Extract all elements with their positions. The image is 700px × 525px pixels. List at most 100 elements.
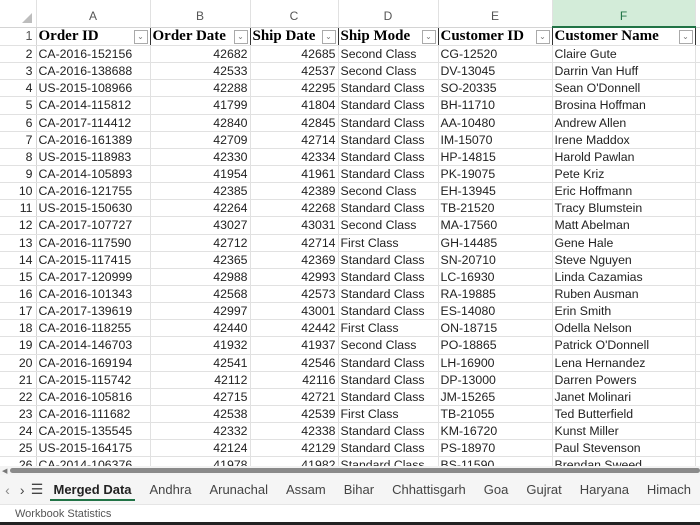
cell[interactable]: Pete Kriz [552,165,696,184]
row-header[interactable]: 16 [0,285,37,304]
cell[interactable]: 42538 [150,405,251,424]
cell[interactable]: 42712 [150,234,251,252]
cell[interactable]: Second Class [338,182,439,201]
cell[interactable]: 42129 [250,439,339,458]
cell[interactable] [695,456,700,466]
cell[interactable]: JM-15265 [438,388,553,406]
cell[interactable]: CA-2016-111682 [36,405,151,424]
cell[interactable]: 42573 [250,285,339,304]
cell[interactable]: CA-2017-120999 [36,268,151,286]
cell[interactable]: 41954 [150,165,251,184]
header-cell[interactable]: Order ID ⌄ [36,27,151,46]
cell[interactable]: 42295 [250,79,339,98]
cell[interactable]: Standard Class [338,439,439,458]
cell[interactable]: MA-17560 [438,216,553,235]
cell[interactable]: 42338 [250,422,339,441]
filter-dropdown-icon[interactable]: ⌄ [233,29,248,44]
filter-dropdown-icon[interactable]: ⌄ [535,29,550,44]
column-header-g[interactable] [695,0,700,28]
cell[interactable]: Standard Class [338,456,439,466]
cell[interactable]: Standard Class [338,422,439,441]
cell[interactable]: CA-2014-146703 [36,336,151,355]
cell[interactable] [695,62,700,81]
row-header[interactable]: 23 [0,405,37,424]
cell[interactable]: Standard Class [338,302,439,321]
cell[interactable]: Patrick O'Donnell [552,336,696,355]
cell[interactable]: 41937 [250,336,339,355]
row-header[interactable]: 2 [0,45,37,64]
cell[interactable] [695,79,700,98]
row-header[interactable]: 21 [0,371,37,389]
cell[interactable]: GH-14485 [438,234,553,252]
header-cell[interactable]: Ship Date ⌄ [250,27,339,46]
cell[interactable]: 42442 [250,319,339,338]
cell[interactable]: CA-2015-115742 [36,371,151,389]
cell[interactable]: Standard Class [338,165,439,184]
cell[interactable]: 42112 [150,371,251,389]
cell[interactable]: CA-2016-101343 [36,285,151,304]
row-header[interactable]: 5 [0,96,37,115]
sheet-tab[interactable]: Andhra [141,475,201,504]
cell[interactable]: 42288 [150,79,251,98]
cell[interactable]: US-2015-164175 [36,439,151,458]
cell[interactable]: 43001 [250,302,339,321]
cell[interactable]: 42385 [150,182,251,201]
cell[interactable]: CA-2016-118255 [36,319,151,338]
cell[interactable]: US-2015-108966 [36,79,151,98]
cell[interactable]: CA-2016-169194 [36,354,151,372]
cell[interactable]: 41961 [250,165,339,184]
cell[interactable]: Andrew Allen [552,114,696,132]
cell[interactable] [695,371,700,389]
sheet-tab[interactable]: Gujrat [517,475,570,504]
cell[interactable]: 43027 [150,216,251,235]
cell[interactable]: Brendan Sweed [552,456,696,466]
cell[interactable]: CA-2016-121755 [36,182,151,201]
sheet-tab[interactable]: Assam [277,475,335,504]
cell[interactable]: Standard Class [338,148,439,166]
cell[interactable] [695,199,700,218]
cell[interactable] [695,27,700,46]
row-header[interactable]: 10 [0,182,37,201]
cell[interactable]: Gene Hale [552,234,696,252]
cell[interactable]: Linda Cazamias [552,268,696,286]
cell[interactable]: Odella Nelson [552,319,696,338]
cell[interactable]: Standard Class [338,96,439,115]
cell[interactable]: Steve Nguyen [552,251,696,269]
cell[interactable]: CA-2016-161389 [36,131,151,149]
cell[interactable]: 41982 [250,456,339,466]
column-header-c[interactable]: C [250,0,339,28]
cell[interactable] [695,336,700,355]
cell[interactable] [695,96,700,115]
cell[interactable]: BS-11590 [438,456,553,466]
cell[interactable]: Second Class [338,45,439,64]
cell[interactable]: RA-19885 [438,285,553,304]
row-header[interactable]: 8 [0,148,37,166]
all-sheets-menu-icon[interactable]: ☰ [30,481,45,498]
cell[interactable]: ON-18715 [438,319,553,338]
row-header[interactable]: 7 [0,131,37,149]
cell[interactable]: 42365 [150,251,251,269]
header-cell[interactable]: Customer ID ⌄ [438,27,553,46]
row-header[interactable]: 17 [0,302,37,321]
cell[interactable]: Janet Molinari [552,388,696,406]
row-header[interactable]: 25 [0,439,37,458]
cell[interactable]: Standard Class [338,79,439,98]
cell[interactable] [695,131,700,149]
column-header-e[interactable]: E [438,0,553,28]
cell[interactable]: Second Class [338,336,439,355]
sheet-tab[interactable]: Bihar [335,475,383,504]
cell[interactable]: Standard Class [338,131,439,149]
cell[interactable]: Tracy Blumstein [552,199,696,218]
cell[interactable]: First Class [338,319,439,338]
cell[interactable]: 42721 [250,388,339,406]
cell[interactable]: 42264 [150,199,251,218]
cell[interactable]: First Class [338,405,439,424]
cell[interactable]: 42116 [250,371,339,389]
cell[interactable]: 41932 [150,336,251,355]
row-header[interactable]: 18 [0,319,37,338]
cell[interactable] [695,388,700,406]
cell[interactable]: CA-2014-106376 [36,456,151,466]
cell[interactable]: TB-21520 [438,199,553,218]
cell[interactable] [695,165,700,184]
cell[interactable]: US-2015-150630 [36,199,151,218]
